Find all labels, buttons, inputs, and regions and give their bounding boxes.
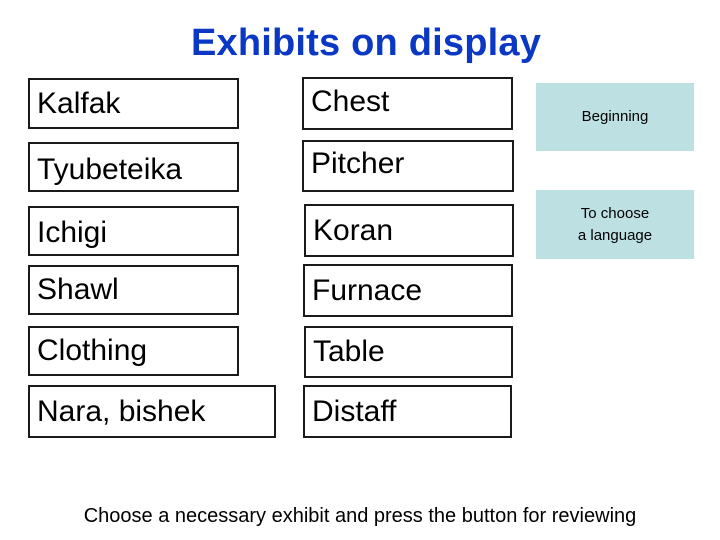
exhibit-shawl[interactable]: Shawl (28, 265, 239, 315)
choose-language-label-line2: a language (577, 226, 653, 244)
page-title: Exhibits on display (190, 22, 542, 64)
exhibit-pitcher[interactable]: Pitcher (302, 140, 514, 192)
exhibit-label: Nara, bishek (37, 394, 206, 428)
exhibit-kalfak[interactable]: Kalfak (28, 78, 239, 129)
exhibit-chest[interactable]: Chest (302, 77, 513, 130)
exhibit-nara-bishek[interactable]: Nara, bishek (28, 385, 276, 438)
exhibit-label: Table (313, 335, 385, 368)
exhibit-label: Koran (313, 213, 394, 247)
exhibit-label: Furnace (312, 273, 423, 307)
choose-language-label-line1: To choose (580, 204, 650, 222)
exhibit-label: Kalfak (37, 86, 121, 120)
exhibit-ichigi[interactable]: Ichigi (28, 206, 239, 256)
exhibit-clothing[interactable]: Clothing (28, 326, 239, 376)
exhibit-distaff[interactable]: Distaff (303, 385, 512, 438)
exhibit-label: Distaff (312, 394, 397, 428)
exhibit-label: Tyubeteika (37, 153, 183, 186)
exhibit-label: Shawl (37, 273, 119, 306)
exhibit-label: Pitcher (311, 147, 405, 180)
exhibit-label: Clothing (37, 334, 148, 367)
exhibit-koran[interactable]: Koran (304, 204, 514, 257)
exhibit-furnace[interactable]: Furnace (303, 264, 513, 317)
beginning-button[interactable]: Beginning (536, 83, 694, 151)
exhibit-table[interactable]: Table (304, 326, 513, 378)
beginning-label: Beginning (581, 108, 649, 125)
exhibit-label: Ichigi (37, 216, 108, 249)
instruction-text: Choose a necessary exhibit and press the… (83, 505, 637, 527)
exhibit-tyubeteika[interactable]: Tyubeteika (28, 142, 239, 192)
choose-language-button[interactable]: To choose a language (536, 190, 694, 259)
exhibit-label: Chest (311, 84, 390, 118)
